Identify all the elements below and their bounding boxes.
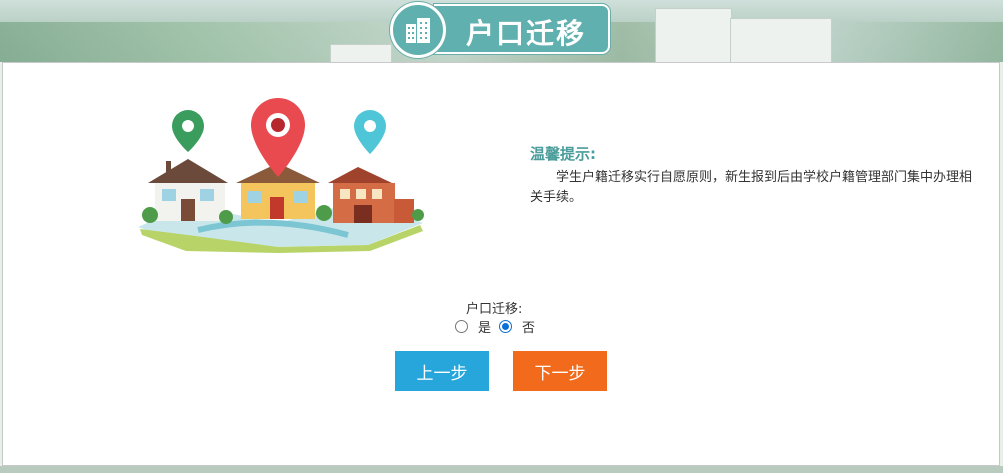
next-step-button[interactable]: 下一步 — [513, 351, 607, 391]
radio-yes[interactable] — [455, 320, 468, 333]
location-pin-red-icon — [251, 98, 305, 177]
background-building — [730, 18, 832, 64]
background-building — [330, 44, 392, 64]
radio-no-label[interactable]: 否 — [522, 317, 535, 336]
tips-body: 学生户籍迁移实行自愿原则，新生报到后由学校户籍管理部门集中办理相关手续。 — [530, 170, 973, 205]
hukou-transfer-radio-group: 是 否 — [455, 317, 543, 336]
house-left-icon — [148, 159, 228, 221]
location-pin-green-icon — [172, 110, 204, 152]
house-map-illustration — [138, 98, 424, 253]
radio-no[interactable] — [499, 320, 513, 333]
page-title: 户口迁移 — [466, 17, 587, 50]
previous-step-button[interactable]: 上一步 — [395, 351, 489, 391]
house-right-icon — [328, 167, 414, 223]
hukou-transfer-label: 户口迁移: — [466, 302, 523, 317]
building-icon — [390, 2, 446, 58]
page-title-banner: 户口迁移 — [390, 2, 612, 58]
location-pin-cyan-icon — [354, 110, 386, 154]
radio-yes-label[interactable]: 是 — [478, 317, 491, 336]
tips-title: 温馨提示: — [530, 145, 596, 163]
background-building — [655, 8, 732, 64]
background-bottom-strip — [0, 466, 1003, 473]
